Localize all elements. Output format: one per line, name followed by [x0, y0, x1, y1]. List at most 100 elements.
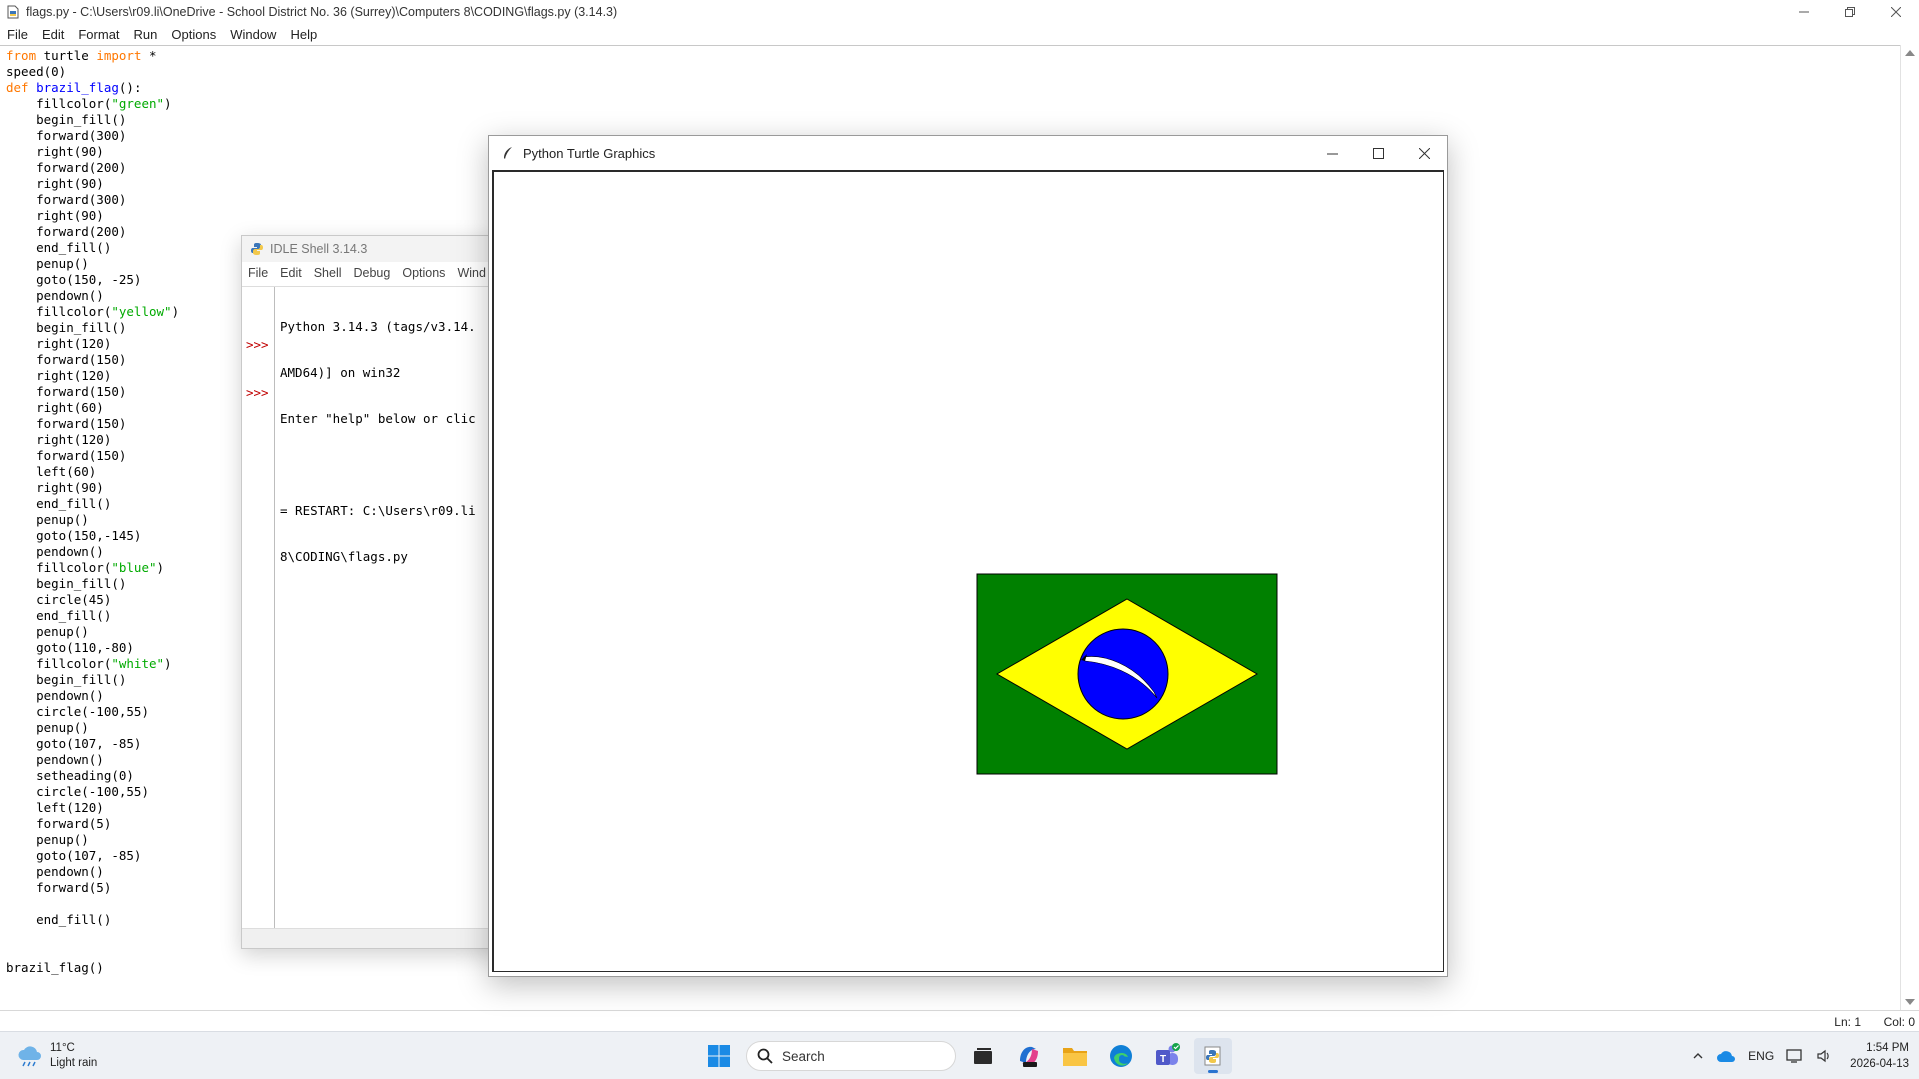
close-button[interactable] — [1873, 0, 1919, 24]
code-token: circle(-100,55) — [6, 704, 149, 719]
taskbar-search-box[interactable]: Search — [746, 1041, 956, 1071]
code-line: from turtle import * — [6, 48, 1900, 64]
shell-menu-debug[interactable]: Debug — [348, 266, 397, 280]
code-token: forward(150) — [6, 448, 127, 463]
shell-title: IDLE Shell 3.14.3 — [270, 242, 368, 256]
language-indicator[interactable]: ENG — [1748, 1049, 1774, 1063]
code-token: "blue" — [111, 560, 157, 575]
file-explorer-button[interactable] — [1056, 1038, 1094, 1074]
maximize-button[interactable] — [1355, 136, 1401, 170]
code-token: forward(300) — [6, 128, 127, 143]
python-idle-button[interactable] — [1194, 1038, 1232, 1074]
code-token: end_fill() — [6, 496, 112, 511]
scroll-down-icon[interactable] — [1905, 999, 1915, 1005]
code-token: pendown() — [6, 864, 104, 879]
code-token: forward(150) — [6, 416, 127, 431]
shell-prompt: >>> — [246, 385, 269, 400]
turtle-graphics-window: Python Turtle Graphics — [488, 135, 1448, 977]
turtle-titlebar[interactable]: Python Turtle Graphics — [489, 136, 1447, 170]
code-token: goto(107, -85) — [6, 736, 142, 751]
editor-titlebar[interactable]: flags.py - C:\Users\r09.li\OneDrive - Sc… — [0, 0, 1919, 24]
maximize-icon — [1372, 147, 1384, 159]
code-token: end_fill() — [6, 240, 112, 255]
column-number: Col: 0 — [1883, 1015, 1915, 1029]
shell-horizontal-scrollbar[interactable] — [242, 928, 500, 948]
shell-menu-edit[interactable]: Edit — [274, 266, 308, 280]
menu-window[interactable]: Window — [223, 27, 283, 42]
shell-body[interactable]: >>> >>> Python 3.14.3 (tags/v3.14. AMD64… — [242, 286, 500, 930]
menu-options[interactable]: Options — [164, 27, 223, 42]
code-token: pendown() — [6, 688, 104, 703]
turtle-window-controls — [1309, 136, 1447, 170]
code-token: goto(150, -25) — [6, 272, 142, 287]
task-view-button[interactable] — [964, 1038, 1002, 1074]
restore-button[interactable] — [1827, 0, 1873, 24]
code-token: left(120) — [6, 800, 104, 815]
rain-cloud-icon — [18, 1046, 41, 1067]
code-token: goto(110,-80) — [6, 640, 134, 655]
windows-logo-icon — [708, 1045, 730, 1067]
menu-file[interactable]: File — [0, 27, 35, 42]
idle-shell-window: IDLE Shell 3.14.3 File Edit Shell Debug … — [241, 235, 501, 949]
shell-output-line: Enter "help" below or clic — [280, 411, 476, 426]
code-token: right(120) — [6, 368, 112, 383]
feather-icon — [504, 147, 512, 159]
start-button[interactable] — [700, 1038, 738, 1074]
minimize-button[interactable] — [1781, 0, 1827, 24]
code-line: speed(0) — [6, 64, 1900, 80]
code-token: end_fill() — [6, 608, 112, 623]
code-token: begin_fill() — [6, 320, 127, 335]
code-token: penup() — [6, 512, 89, 527]
shell-titlebar[interactable]: IDLE Shell 3.14.3 — [242, 236, 500, 262]
teams-icon: T — [1156, 1043, 1180, 1065]
menu-format[interactable]: Format — [71, 27, 126, 42]
edge-browser-button[interactable] — [1102, 1038, 1140, 1074]
code-token: from — [6, 48, 37, 63]
menu-run[interactable]: Run — [127, 27, 165, 42]
code-token: right(120) — [6, 336, 112, 351]
volume-icon[interactable] — [1816, 1048, 1832, 1064]
code-token: circle(-100,55) — [6, 784, 149, 799]
code-line: def brazil_flag(): — [6, 80, 1900, 96]
code-token: left(60) — [6, 464, 97, 479]
shell-menu-shell[interactable]: Shell — [308, 266, 348, 280]
taskbar-apps: Search T — [700, 1038, 1232, 1074]
shell-menu-file[interactable]: File — [242, 266, 274, 280]
code-token: penup() — [6, 624, 89, 639]
search-icon — [757, 1048, 773, 1064]
menu-help[interactable]: Help — [283, 27, 324, 42]
scroll-up-icon[interactable] — [1905, 50, 1915, 56]
editor-title: flags.py - C:\Users\r09.li\OneDrive - Sc… — [26, 5, 618, 19]
code-token: right(60) — [6, 400, 104, 415]
minimize-button[interactable] — [1309, 136, 1355, 170]
taskbar-clock[interactable]: 1:54 PM 2026-04-13 — [1850, 1040, 1909, 1072]
code-token: forward(5) — [6, 816, 112, 831]
code-token: pendown() — [6, 288, 104, 303]
copilot-m365-button[interactable] — [1010, 1038, 1048, 1074]
python-idle-icon — [1204, 1046, 1221, 1066]
edge-icon — [1110, 1045, 1132, 1067]
shell-menu-window[interactable]: Wind — [451, 266, 491, 280]
shell-output-line: AMD64)] on win32 — [280, 365, 401, 380]
m365-copilot-icon — [1020, 1046, 1038, 1067]
code-token: penup() — [6, 256, 89, 271]
code-token: forward(5) — [6, 880, 112, 895]
code-token: penup() — [6, 832, 89, 847]
teams-button[interactable]: T — [1148, 1038, 1186, 1074]
editor-vertical-scrollbar[interactable] — [1900, 45, 1919, 1010]
weather-desc: Light rain — [50, 1057, 98, 1069]
onedrive-cloud-icon[interactable] — [1716, 1049, 1736, 1063]
shell-menu-options[interactable]: Options — [396, 266, 451, 280]
code-token: * — [141, 48, 157, 63]
turtle-title: Python Turtle Graphics — [523, 145, 656, 161]
code-token: ) — [156, 560, 165, 575]
code-token: right(120) — [6, 432, 112, 447]
chevron-up-icon[interactable] — [1692, 1050, 1704, 1062]
code-token: forward(200) — [6, 160, 127, 175]
menu-edit[interactable]: Edit — [35, 27, 71, 42]
close-button[interactable] — [1401, 136, 1447, 170]
weather-widget[interactable]: 11°C Light rain — [16, 1040, 97, 1072]
network-icon[interactable] — [1786, 1048, 1804, 1064]
code-token: speed(0) — [6, 64, 67, 79]
turtle-canvas[interactable] — [492, 170, 1444, 972]
